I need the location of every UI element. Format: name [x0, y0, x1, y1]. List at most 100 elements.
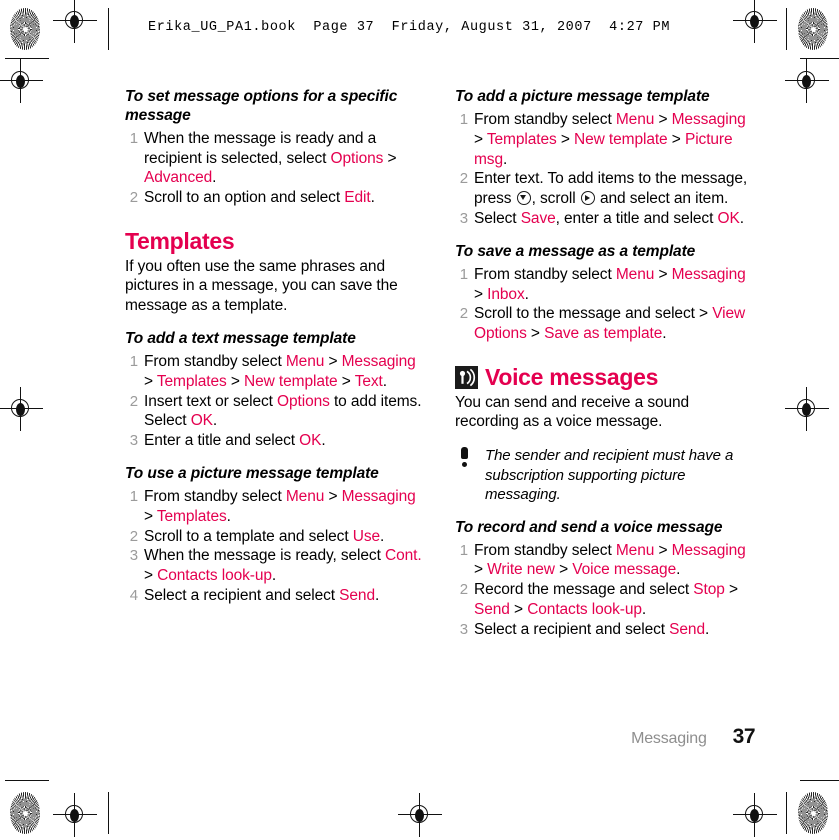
step-text: >	[474, 285, 488, 303]
procedure-step: 1 From standby select Menu > Messaging > …	[125, 352, 425, 392]
ui-term: Templates	[486, 130, 557, 148]
ui-term: Menu	[285, 488, 325, 505]
procedure-step: 3 Select a recipient and select Send.	[455, 620, 755, 640]
step-text: .	[212, 412, 218, 430]
ui-term: Inbox	[487, 285, 525, 303]
step-text: >	[509, 601, 528, 619]
step-number: 1	[129, 129, 138, 147]
step-number: 1	[459, 265, 468, 283]
step-text: >	[474, 561, 488, 579]
section-body-text: If you often use the same phrases and pi…	[125, 257, 398, 315]
ui-term: Menu	[615, 541, 655, 559]
step-text: >	[654, 110, 672, 128]
step-text: From standby select	[474, 110, 616, 128]
step-text: .	[212, 169, 217, 187]
right-column: To add a picture message template 1 From s…	[455, 88, 755, 640]
step-text: >	[383, 149, 397, 167]
procedure-title: To use a picture message template	[125, 465, 379, 483]
step-number: 1	[459, 541, 468, 559]
step-text: From standby select	[474, 265, 616, 283]
ui-term: Send	[474, 601, 510, 619]
ui-term: Save as template	[544, 325, 663, 343]
ui-term: Send	[339, 587, 375, 605]
step-text: .	[502, 150, 508, 168]
ui-term: Write new	[487, 561, 555, 579]
footer-page-number: 37	[732, 725, 756, 748]
procedure-step: 3 When the message is ready, select Cont.…	[125, 546, 425, 586]
step-text: Scroll to an option and select	[144, 189, 345, 207]
procedure-step: 2 Insert text or select Options to add it…	[125, 392, 425, 432]
section-heading: Templates	[125, 228, 235, 255]
step-text: .	[739, 210, 744, 228]
step-number: 1	[129, 488, 138, 505]
left-column: To set message options for a specific me…	[125, 88, 425, 606]
procedure-step: 3 Select Save, enter a title and select O…	[455, 209, 755, 229]
step-number: 2	[459, 581, 468, 599]
ui-term: Advanced	[144, 169, 213, 187]
step-text: .	[641, 601, 647, 619]
ui-term: Messaging	[671, 265, 746, 283]
procedure-step: 2 Enter text. To add items to the message…	[455, 169, 755, 209]
procedure-step: 2 Scroll to the message and select > View…	[455, 304, 755, 344]
ui-term: Templates	[156, 507, 227, 525]
procedure-step: 2 Scroll to a template and select Use.	[125, 527, 425, 547]
procedure-title: To add a picture message template	[455, 88, 710, 105]
ui-term: New template	[574, 130, 668, 148]
procedure-step: 1 From standby select Menu > Messaging > …	[455, 541, 755, 581]
ui-term: Contacts look-up	[527, 601, 642, 619]
ui-term: Messaging	[671, 541, 746, 559]
ui-term: Options	[330, 149, 384, 167]
step-number: 1	[129, 352, 138, 370]
ui-term: Send	[669, 620, 705, 638]
step-text: >	[554, 561, 573, 579]
step-text: .	[271, 567, 277, 585]
step-text: >	[654, 265, 672, 283]
step-text: .	[374, 587, 380, 605]
step-text: Enter a title and select	[144, 432, 300, 450]
step-number: 1	[459, 110, 468, 128]
step-text: .	[370, 189, 375, 207]
step-text: >	[654, 541, 672, 559]
note-text: The sender and recipient must have a sub…	[485, 447, 734, 504]
step-text: >	[324, 488, 342, 505]
step-text: .	[321, 432, 326, 450]
step-number: 2	[459, 170, 468, 188]
step-text: .	[382, 372, 387, 390]
procedure-step: 1 From standby select Menu > Messaging > …	[125, 487, 425, 527]
procedure-step: 1 From standby select Menu > Messaging > …	[455, 110, 755, 169]
step-number: 2	[129, 527, 138, 545]
note-callout: The sender and recipient must have a sub…	[455, 446, 755, 505]
ui-term: OK	[190, 412, 213, 430]
procedure-title: To record and send a voice message	[455, 518, 723, 536]
procedure-title: To add a text message template	[125, 330, 356, 348]
step-text: , scroll	[531, 190, 580, 208]
step-text: Insert text or select	[144, 392, 278, 410]
step-text: Select a recipient and select	[474, 620, 670, 638]
step-number: 3	[459, 210, 468, 228]
step-text: .	[704, 620, 710, 638]
step-number: 2	[459, 305, 468, 323]
procedure-step-list: 1 From standby select Menu > Messaging > …	[455, 110, 755, 229]
step-text: >	[724, 581, 738, 599]
step-text: .	[226, 507, 231, 525]
step-text: >	[556, 130, 575, 148]
step-text: >	[667, 130, 685, 148]
ui-term: Text	[354, 372, 383, 390]
step-text: >	[144, 507, 157, 525]
ui-term: Templates	[156, 372, 227, 390]
step-text: Select	[474, 210, 521, 228]
voice-message-icon	[455, 366, 478, 390]
step-text: When the message is ready, select	[144, 547, 385, 565]
step-number: 3	[459, 620, 468, 638]
navkey-right-icon	[580, 191, 595, 206]
procedure-step: 1 From standby select Menu > Messaging > …	[455, 265, 755, 305]
ui-term: Save	[520, 210, 556, 228]
section-body-text: You can send and receive a sound recordi…	[455, 393, 690, 431]
step-number: 2	[129, 392, 138, 410]
ui-term: Voice message	[572, 561, 677, 579]
